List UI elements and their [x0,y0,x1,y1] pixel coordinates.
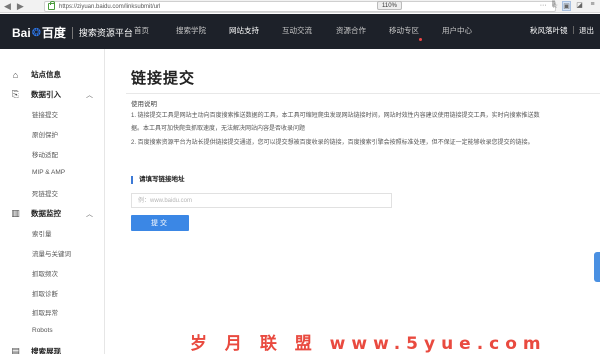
username[interactable]: 秋风落叶镜 [530,25,568,36]
url-input[interactable] [131,193,392,208]
import-icon: ⎘ [11,89,20,99]
usage-line: 据。本工具可加快爬虫抓取速度，无法解决网站内容是否收录问题 [131,126,306,132]
display-icon: ▤ [11,346,20,354]
zoom-level[interactable]: 110% [377,1,402,10]
watermark: 岁 月 联 盟 www.5yue.com [190,334,547,354]
baidu-logo[interactable]: Bai ❂ 百度 搜索资源平台 [12,24,133,41]
browser-tools: ⫼ ▣ ◪ ≡ [549,1,597,11]
new-badge [419,38,422,41]
sidebar-item-crawl-diag[interactable]: 抓取诊断 [32,288,58,298]
logo-divider [71,26,73,39]
nav-divider [573,26,574,34]
nav-home[interactable]: 首页 [134,25,149,36]
nav-interaction[interactable]: 互动交流 [282,25,312,36]
main-content: 链接提交 使用说明 1. 链接提交工具是网站主动向百度搜索推送数据的工具，本工具… [106,49,600,354]
sidebar-group-label: 数据监控 [31,209,61,218]
chevron-up-icon[interactable]: ︿ [86,90,93,100]
logo-bai: Bai [12,25,31,40]
nav-mobile[interactable]: 移动专区 [389,25,419,36]
usage-title: 使用说明 [131,101,157,108]
sidebar-item-index[interactable]: 索引量 [32,228,52,238]
home-icon: ⌂ [12,69,19,80]
sidebar: ⌂ 站点信息 ⎘ 数据引入 ︿ 链接提交 原创保护 移动适配 MIP & AMP… [0,49,105,354]
sidebar-item-crawl-error[interactable]: 抓取异常 [32,307,58,317]
library-icon[interactable]: ⫼ [549,1,558,11]
browser-toolbar: ◀ ▶ https://ziyuan.baidu.com/linksubmit/… [0,0,600,13]
chevron-up-icon[interactable]: ︿ [86,209,93,219]
chart-icon: ▥ [11,208,20,218]
divider [126,93,600,94]
address-url: https://ziyuan.baidu.com/linksubmit/url [59,3,161,10]
forward-arrow-icon[interactable]: ▶ [17,1,24,12]
sidebar-item-crawl-freq[interactable]: 抓取频次 [32,268,58,278]
sidebar-item-traffic[interactable]: 流量与关键词 [32,248,71,258]
submit-button[interactable]: 提交 [131,215,189,231]
address-bar[interactable]: https://ziyuan.baidu.com/linksubmit/url [44,1,556,12]
section-label: 请填写链接地址 [131,176,185,184]
logo-subtitle: 搜索资源平台 [78,28,133,38]
sidebar-item-robots[interactable]: Robots [32,327,53,334]
usage-line: 1. 链接提交工具是网站主动向百度搜索推送数据的工具，本工具可缩短爬虫发现网站链… [131,113,540,119]
sidebar-item-mobile-adapt[interactable]: 移动适配 [32,149,58,159]
sidebar-group-label: 搜索展现 [31,347,61,354]
nav-resource[interactable]: 资源合作 [336,25,366,36]
sidebar-item-mip-amp[interactable]: MIP & AMP [32,169,65,176]
sidebar-item-dead-link[interactable]: 死链提交 [32,188,58,198]
paw-icon: ❂ [31,27,41,39]
logout-link[interactable]: 退出 [579,25,594,36]
sidebar-item-link-submit[interactable]: 链接提交 [32,109,58,119]
sidebar-group-search-display[interactable]: ▤ 搜索展现 [10,346,61,354]
feedback-tab[interactable] [594,252,600,282]
nav-academy[interactable]: 搜索学院 [176,25,206,36]
sidebar-group-label: 数据引入 [31,90,61,99]
logo-du: 百度 [41,26,66,40]
sidebar-toggle-icon[interactable]: ▣ [562,1,571,11]
sidebar-group-monitor[interactable]: ▥ 数据监控 [10,208,61,219]
sidebar-group-data-import[interactable]: ⎘ 数据引入 [10,89,61,100]
lock-icon [48,1,55,10]
extension-icon[interactable]: ◪ [575,1,584,11]
page-title: 链接提交 [131,70,196,87]
nav-user-center[interactable]: 用户中心 [442,25,472,36]
browser-nav: ◀ ▶ [0,1,24,12]
usage-line: 2. 百度搜索资源平台为站长提供链接提交通道，您可以提交想被百度收录的链接，百度… [131,140,534,146]
sidebar-item-original[interactable]: 原创保护 [32,129,58,139]
sidebar-site-info-label: 站点信息 [31,70,61,79]
more-icon[interactable]: ··· [540,2,547,10]
sidebar-site-info[interactable]: ⌂ 站点信息 [10,69,61,80]
back-arrow-icon[interactable]: ◀ [4,1,11,12]
menu-icon[interactable]: ≡ [588,1,597,11]
nav-site-support[interactable]: 网站支持 [229,25,259,36]
site-header: Bai ❂ 百度 搜索资源平台 首页 搜索学院 网站支持 互动交流 资源合作 移… [0,14,600,49]
